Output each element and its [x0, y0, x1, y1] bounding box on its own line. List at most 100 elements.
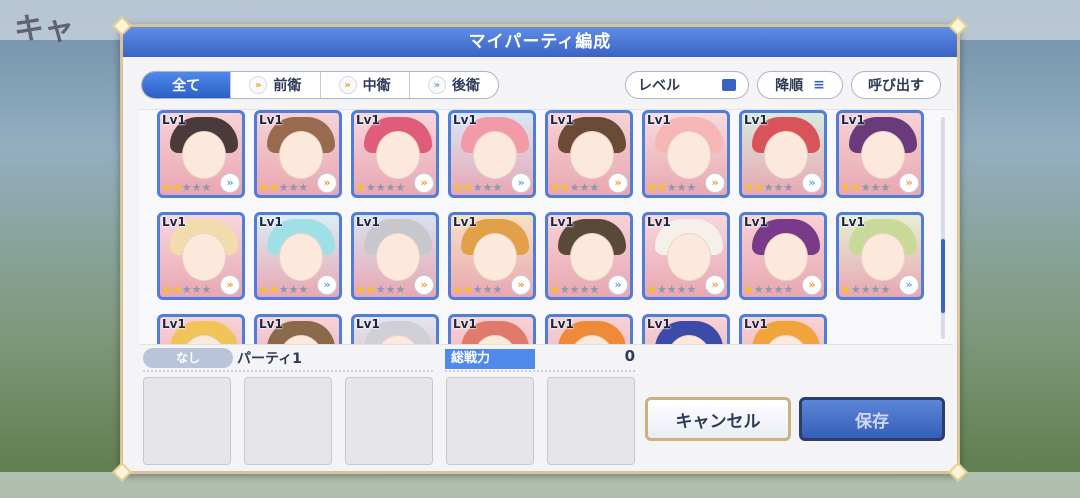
- star-icon: ★: [744, 181, 754, 194]
- star-icon: ★: [298, 283, 309, 296]
- character-level: Lv1: [744, 317, 768, 331]
- role-chevron-icon: »: [414, 173, 434, 193]
- star-icon: ★: [356, 283, 366, 296]
- character-card[interactable]: Lv1 ★★★★★»: [351, 110, 439, 198]
- character-portrait: [279, 233, 323, 281]
- party-name[interactable]: パーティ1: [237, 348, 302, 368]
- character-card[interactable]: Lv1: [254, 314, 342, 344]
- star-icon: ★: [850, 181, 861, 194]
- sort-lines-icon: ≡: [813, 77, 825, 93]
- tab-all[interactable]: 全て: [142, 72, 232, 98]
- star-rating: ★★★★★: [162, 284, 211, 295]
- party-slot-2[interactable]: [244, 377, 332, 465]
- star-rating: ★★★★★: [259, 182, 308, 193]
- star-icon: ★: [181, 181, 192, 194]
- party-slot-5[interactable]: [547, 377, 635, 465]
- character-card[interactable]: Lv1 ★★★★★»: [836, 212, 924, 300]
- character-card[interactable]: Lv1: [739, 314, 827, 344]
- character-card[interactable]: Lv1: [545, 314, 633, 344]
- character-card[interactable]: Lv1: [157, 314, 245, 344]
- star-rating: ★★★★★: [550, 182, 599, 193]
- character-card[interactable]: Lv1 ★★★★★»: [448, 212, 536, 300]
- star-icon: ★: [288, 181, 299, 194]
- star-icon: ★: [298, 181, 309, 194]
- role-chevron-icon: »: [705, 173, 725, 193]
- character-card[interactable]: Lv1 ★★★★★»: [642, 110, 730, 198]
- character-portrait: [764, 233, 808, 281]
- star-icon: ★: [385, 181, 396, 194]
- tab-label: 前衛: [273, 78, 302, 94]
- star-icon: ★: [453, 283, 463, 296]
- star-icon: ★: [259, 283, 269, 296]
- sort-by-level-button[interactable]: レベル: [625, 71, 749, 99]
- star-icon: ★: [686, 181, 697, 194]
- star-icon: ★: [356, 181, 366, 194]
- character-card[interactable]: Lv1 ★★★★★»: [254, 212, 342, 300]
- save-button[interactable]: 保存: [799, 397, 945, 441]
- character-level: Lv1: [744, 113, 768, 127]
- star-icon: ★: [278, 283, 289, 296]
- character-portrait: [376, 131, 420, 179]
- star-icon: ★: [171, 283, 182, 296]
- star-icon: ★: [453, 181, 463, 194]
- cancel-button[interactable]: キャンセル: [645, 397, 791, 441]
- star-icon: ★: [860, 283, 871, 296]
- character-card[interactable]: Lv1 ★★★★★»: [448, 110, 536, 198]
- party-slot-4[interactable]: [446, 377, 534, 465]
- character-card[interactable]: Lv1 ★★★★★»: [254, 110, 342, 198]
- character-level: Lv1: [259, 215, 283, 229]
- tab-label: 後衛: [451, 78, 480, 94]
- role-chevron-icon: »: [511, 275, 531, 295]
- character-level: Lv1: [647, 317, 671, 331]
- star-icon: ★: [676, 181, 687, 194]
- character-card[interactable]: Lv1 ★★★★★»: [642, 212, 730, 300]
- character-card[interactable]: Lv1 ★★★★★»: [545, 110, 633, 198]
- chevron-right-icon: »: [338, 76, 357, 94]
- role-chevron-icon: »: [220, 275, 240, 295]
- character-card[interactable]: Lv1 ★★★★★»: [739, 212, 827, 300]
- star-icon: ★: [201, 283, 212, 296]
- tab-middle[interactable]: » 中衛: [321, 72, 410, 98]
- star-icon: ★: [492, 283, 503, 296]
- star-icon: ★: [647, 181, 657, 194]
- star-icon: ★: [559, 283, 570, 296]
- star-icon: ★: [472, 181, 483, 194]
- sort-order-button[interactable]: 降順 ≡: [757, 71, 843, 99]
- tab-front[interactable]: » 前衛: [231, 72, 321, 98]
- tab-back[interactable]: » 後衛: [410, 72, 498, 98]
- star-icon: ★: [744, 283, 754, 296]
- scrollbar-thumb[interactable]: [941, 239, 945, 313]
- star-icon: ★: [589, 283, 600, 296]
- call-party-button[interactable]: 呼び出す: [851, 71, 941, 99]
- character-level: Lv1: [453, 317, 477, 331]
- role-chevron-icon: »: [705, 275, 725, 295]
- star-icon: ★: [783, 283, 794, 296]
- character-level: Lv1: [356, 113, 380, 127]
- character-portrait: [667, 131, 711, 179]
- character-portrait: [861, 233, 905, 281]
- character-card[interactable]: Lv1 ★★★★★»: [739, 110, 827, 198]
- star-icon: ★: [259, 181, 269, 194]
- tab-label: 全て: [172, 78, 201, 94]
- character-card[interactable]: Lv1 ★★★★★»: [836, 110, 924, 198]
- character-level: Lv1: [453, 215, 477, 229]
- role-chevron-icon: »: [414, 275, 434, 295]
- character-card[interactable]: Lv1: [351, 314, 439, 344]
- character-card[interactable]: Lv1 ★★★★★»: [157, 110, 245, 198]
- character-card[interactable]: Lv1 ★★★★★»: [545, 212, 633, 300]
- party-slot-1[interactable]: [143, 377, 231, 465]
- star-icon: ★: [763, 181, 774, 194]
- star-icon: ★: [550, 283, 560, 296]
- character-card[interactable]: Lv1: [642, 314, 730, 344]
- character-card[interactable]: Lv1 ★★★★★»: [157, 212, 245, 300]
- star-icon: ★: [268, 283, 279, 296]
- total-power-value: 0: [624, 347, 635, 365]
- star-rating: ★★★★★: [647, 284, 696, 295]
- character-card[interactable]: Lv1 ★★★★★»: [351, 212, 439, 300]
- character-card[interactable]: Lv1: [448, 314, 536, 344]
- my-party-dialog: マイパーティ編成 全て » 前衛 » 中衛 » 後衛 レベル 降順 ≡ 呼び出す Lv…: [112, 16, 968, 482]
- role-chevron-icon: »: [608, 173, 628, 193]
- role-chevron-icon: »: [317, 173, 337, 193]
- party-slot-3[interactable]: [345, 377, 433, 465]
- star-rating: ★★★★★: [744, 182, 793, 193]
